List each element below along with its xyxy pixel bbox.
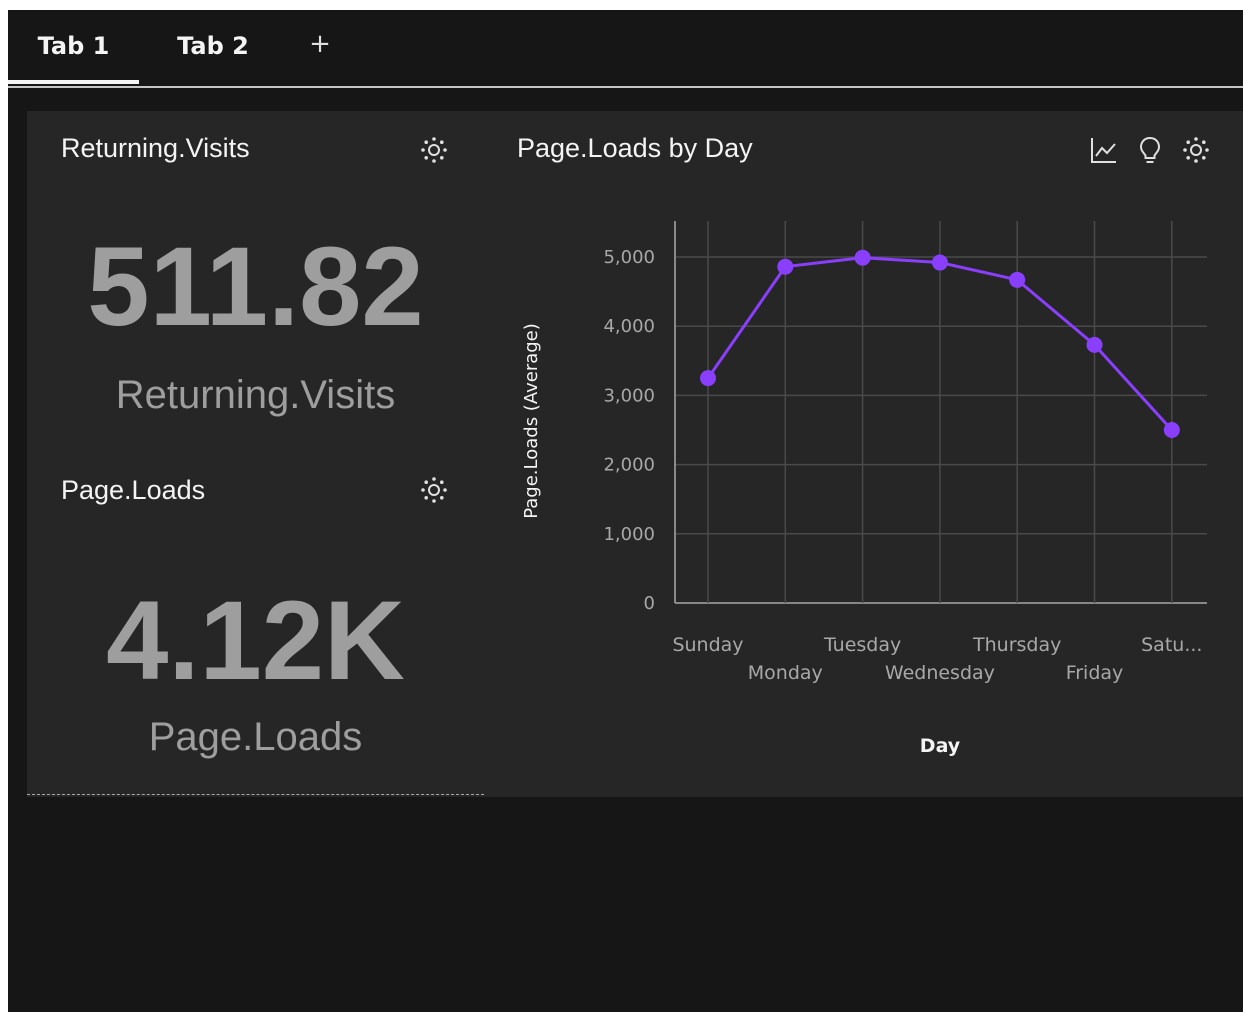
line-chart: 0 1,000 2,000 3,000 4,000 5,000 SundayMondayTu… bbox=[521, 221, 1207, 757]
y-axis-title: Page.Loads (Average) bbox=[521, 323, 542, 519]
y-tick-label: 5,000 bbox=[603, 247, 655, 268]
tab-bar: Tab 1 Tab 2 + bbox=[8, 10, 1243, 88]
x-tick-label: Satu... bbox=[1141, 634, 1202, 656]
tab-2[interactable]: Tab 2 bbox=[148, 10, 278, 82]
data-point bbox=[1163, 422, 1180, 438]
y-tick-label: 1,000 bbox=[603, 524, 655, 545]
x-tick-label: Friday bbox=[1066, 662, 1124, 684]
data-point bbox=[1086, 336, 1103, 353]
x-tick-label: Monday bbox=[748, 662, 823, 684]
data-point bbox=[854, 249, 871, 266]
x-axis-title: Day bbox=[920, 735, 961, 757]
x-tick-label: Wednesday bbox=[885, 662, 995, 684]
y-tick-label: 0 bbox=[644, 593, 655, 614]
y-tick-label: 4,000 bbox=[603, 316, 655, 337]
y-tick-label: 2,000 bbox=[603, 455, 655, 476]
data-point bbox=[931, 254, 948, 271]
widget-divider bbox=[27, 794, 484, 795]
add-tab-button[interactable]: + bbox=[304, 28, 336, 60]
data-point bbox=[1009, 271, 1026, 288]
x-tick-label: Thursday bbox=[972, 634, 1061, 656]
dashboard-board: Returning.Visits 511.82 Returning.Visits… bbox=[27, 111, 1243, 797]
data-point bbox=[700, 370, 716, 387]
dashboard-app: Tab 1 Tab 2 + Returning.Visits 511.82 Re… bbox=[8, 10, 1243, 1012]
y-tick-label: 3,000 bbox=[603, 385, 655, 406]
data-point bbox=[777, 258, 794, 275]
x-tick-label: Tuesday bbox=[823, 634, 901, 656]
x-tick-label: Sunday bbox=[672, 634, 743, 656]
tab-1[interactable]: Tab 1 bbox=[8, 10, 139, 84]
